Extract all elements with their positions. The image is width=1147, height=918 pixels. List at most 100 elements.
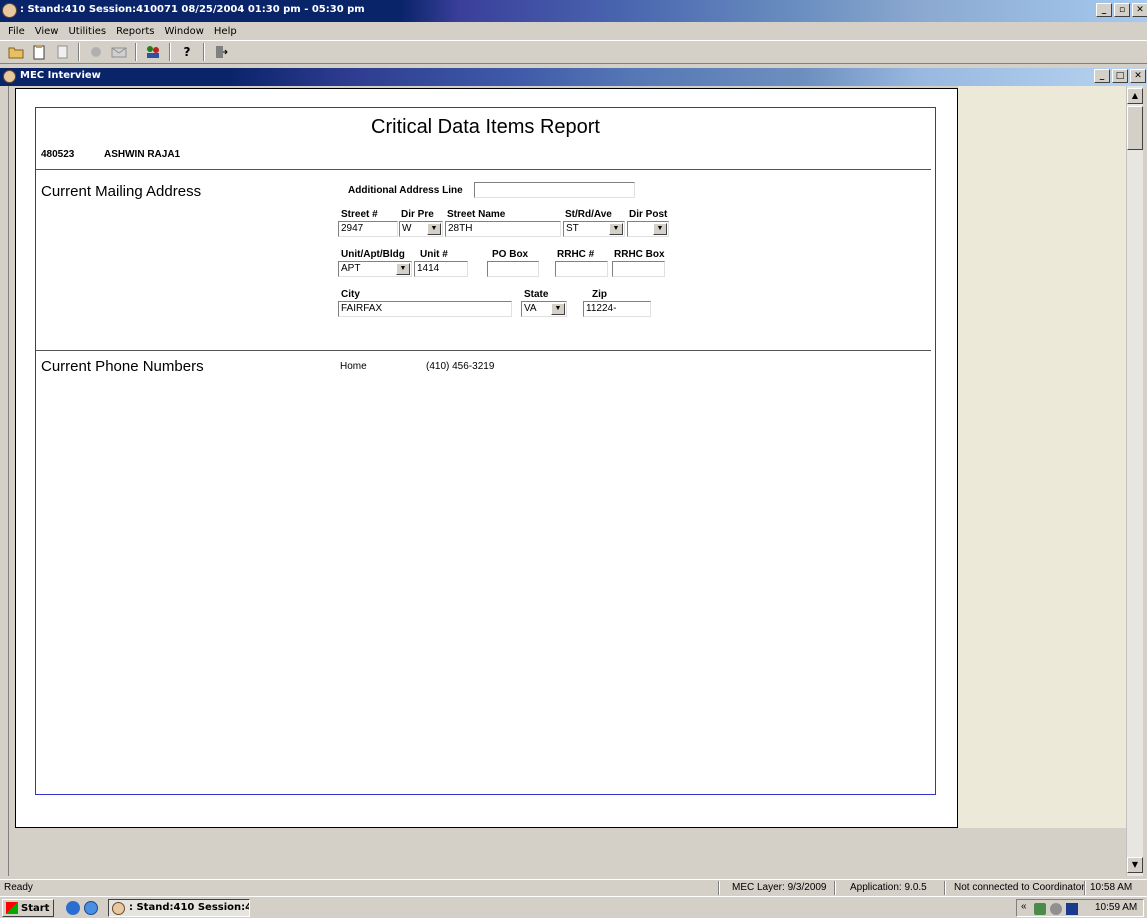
unit-number-field[interactable]: 1414 [414,261,468,277]
chevron-down-icon[interactable]: ▼ [396,263,410,275]
people-icon[interactable] [143,43,163,61]
maximize-button[interactable]: ▫ [1114,3,1130,17]
street-name-field[interactable]: 28TH [445,221,561,237]
scroll-up-button[interactable]: ▲ [1127,88,1143,104]
menu-utilities[interactable]: Utilities [63,26,111,37]
menubar: File View Utilities Reports Window Help [0,22,1147,40]
mdi-restore-button[interactable]: □ [1112,69,1128,83]
windows-logo-icon [6,902,18,914]
sound-icon[interactable] [1050,903,1062,915]
state-select[interactable]: VA ▼ [521,301,567,317]
status-separator [718,881,720,895]
mdi-app-icon [3,70,16,83]
start-button[interactable]: Start [2,899,54,917]
network-icon[interactable] [1034,903,1046,915]
app-icon [112,902,125,915]
document-icon[interactable] [52,43,72,61]
status-mec-layer: MEC Layer: 9/3/2009 [732,882,827,893]
help-icon[interactable]: ? [177,43,197,61]
app-icon [2,3,17,18]
taskbar-app-button[interactable]: : Stand:410 Session:4... [108,899,250,917]
street-number-field[interactable]: 2947 [338,221,398,237]
street-name-label: Street Name [447,209,506,220]
rrhc-box-label: RRHC Box [614,249,665,260]
city-field[interactable]: FAIRFAX [338,301,512,317]
status-separator [834,881,836,895]
st-rd-ave-value: ST [566,223,579,234]
mail-icon[interactable] [109,43,129,61]
unit-number-label: Unit # [420,249,448,260]
rrhc-number-field[interactable] [555,261,608,277]
antivirus-icon[interactable] [1066,903,1078,915]
divider [36,169,931,170]
st-rd-ave-select[interactable]: ST ▼ [563,221,625,237]
toolbar-separator [203,43,205,61]
start-label: Start [21,902,50,914]
state-value: VA [524,303,537,314]
dir-post-select[interactable]: ▼ [627,221,669,237]
desktop-icon[interactable] [84,901,98,915]
clipboard-icon[interactable] [29,43,49,61]
status-separator [944,881,946,895]
scroll-down-button[interactable]: ▼ [1127,857,1143,873]
status-ready: Ready [4,882,33,893]
menu-window[interactable]: Window [159,26,208,37]
po-box-field[interactable] [487,261,539,277]
menu-help[interactable]: Help [209,26,242,37]
menu-reports[interactable]: Reports [111,26,159,37]
patient-name: ASHWIN RAJA1 [104,149,181,160]
report-page: Critical Data Items Report 480523 ASHWIN… [35,107,936,795]
status-bar: Ready MEC Layer: 9/3/2009 Application: 9… [0,879,1147,896]
chevron-down-icon[interactable]: ▼ [551,303,565,315]
status-separator [1084,881,1086,895]
city-label: City [341,289,360,300]
window-controls: _ ▫ ✕ [1096,3,1147,17]
mdi-title: MEC Interview [20,70,101,81]
stop-icon[interactable] [86,43,106,61]
chevron-down-icon[interactable]: ▼ [653,223,667,235]
unit-type-label: Unit/Apt/Bldg [341,249,405,260]
menu-file[interactable]: File [3,26,30,37]
additional-address-field[interactable] [474,182,635,198]
chevron-down-icon[interactable]: ▼ [427,223,441,235]
st-rd-ave-label: St/Rd/Ave [565,209,612,220]
phone-number: (410) 456-3219 [426,361,495,372]
street-number-label: Street # [341,209,378,220]
zip-label: Zip [592,289,607,300]
status-time: 10:58 AM [1090,882,1133,893]
vertical-scrollbar[interactable]: ▲ ▼ [1126,86,1143,876]
clock: 10:59 AM [1095,902,1138,913]
unit-type-value: APT [341,263,361,274]
status-coordinator: Not connected to Coordinator [954,882,1085,893]
chevron-down-icon[interactable]: ▼ [609,223,623,235]
app-title: : Stand:410 Session:410071 08/25/2004 01… [20,4,365,15]
po-box-label: PO Box [492,249,529,260]
mdi-minimize-button[interactable]: _ [1094,69,1110,83]
scroll-thumb[interactable] [1127,106,1143,150]
state-label: State [524,289,549,300]
status-application: Application: 9.0.5 [850,882,927,893]
toolbar: ? [0,40,1147,64]
mdi-close-button[interactable]: ✕ [1130,69,1146,83]
tray-expand-icon[interactable]: « [1021,901,1027,912]
dir-pre-select[interactable]: W ▼ [399,221,443,237]
close-button[interactable]: ✕ [1132,3,1147,17]
ie-icon[interactable] [66,901,80,915]
taskbar-app-label: : Stand:410 Session:4... [129,902,249,913]
zip-field[interactable]: 11224- [583,301,651,317]
exit-icon[interactable] [211,43,231,61]
system-tray: « 10:59 AM [1016,899,1144,917]
patient-id: 480523 [41,149,75,160]
menu-view[interactable]: View [30,26,64,37]
dir-post-label: Dir Post [629,209,668,220]
mdi-titlebar: MEC Interview _ □ ✕ [0,68,1147,86]
unit-type-select[interactable]: APT ▼ [338,261,412,277]
rrhc-box-field[interactable] [612,261,665,277]
minimize-button[interactable]: _ [1096,3,1112,17]
phone-numbers-heading: Current Phone Numbers [41,358,204,375]
folder-open-icon[interactable] [6,43,26,61]
additional-address-label: Additional Address Line [348,185,463,196]
dir-pre-value: W [402,223,412,234]
toolbar-separator [169,43,171,61]
report-title: Critical Data Items Report [371,116,600,138]
